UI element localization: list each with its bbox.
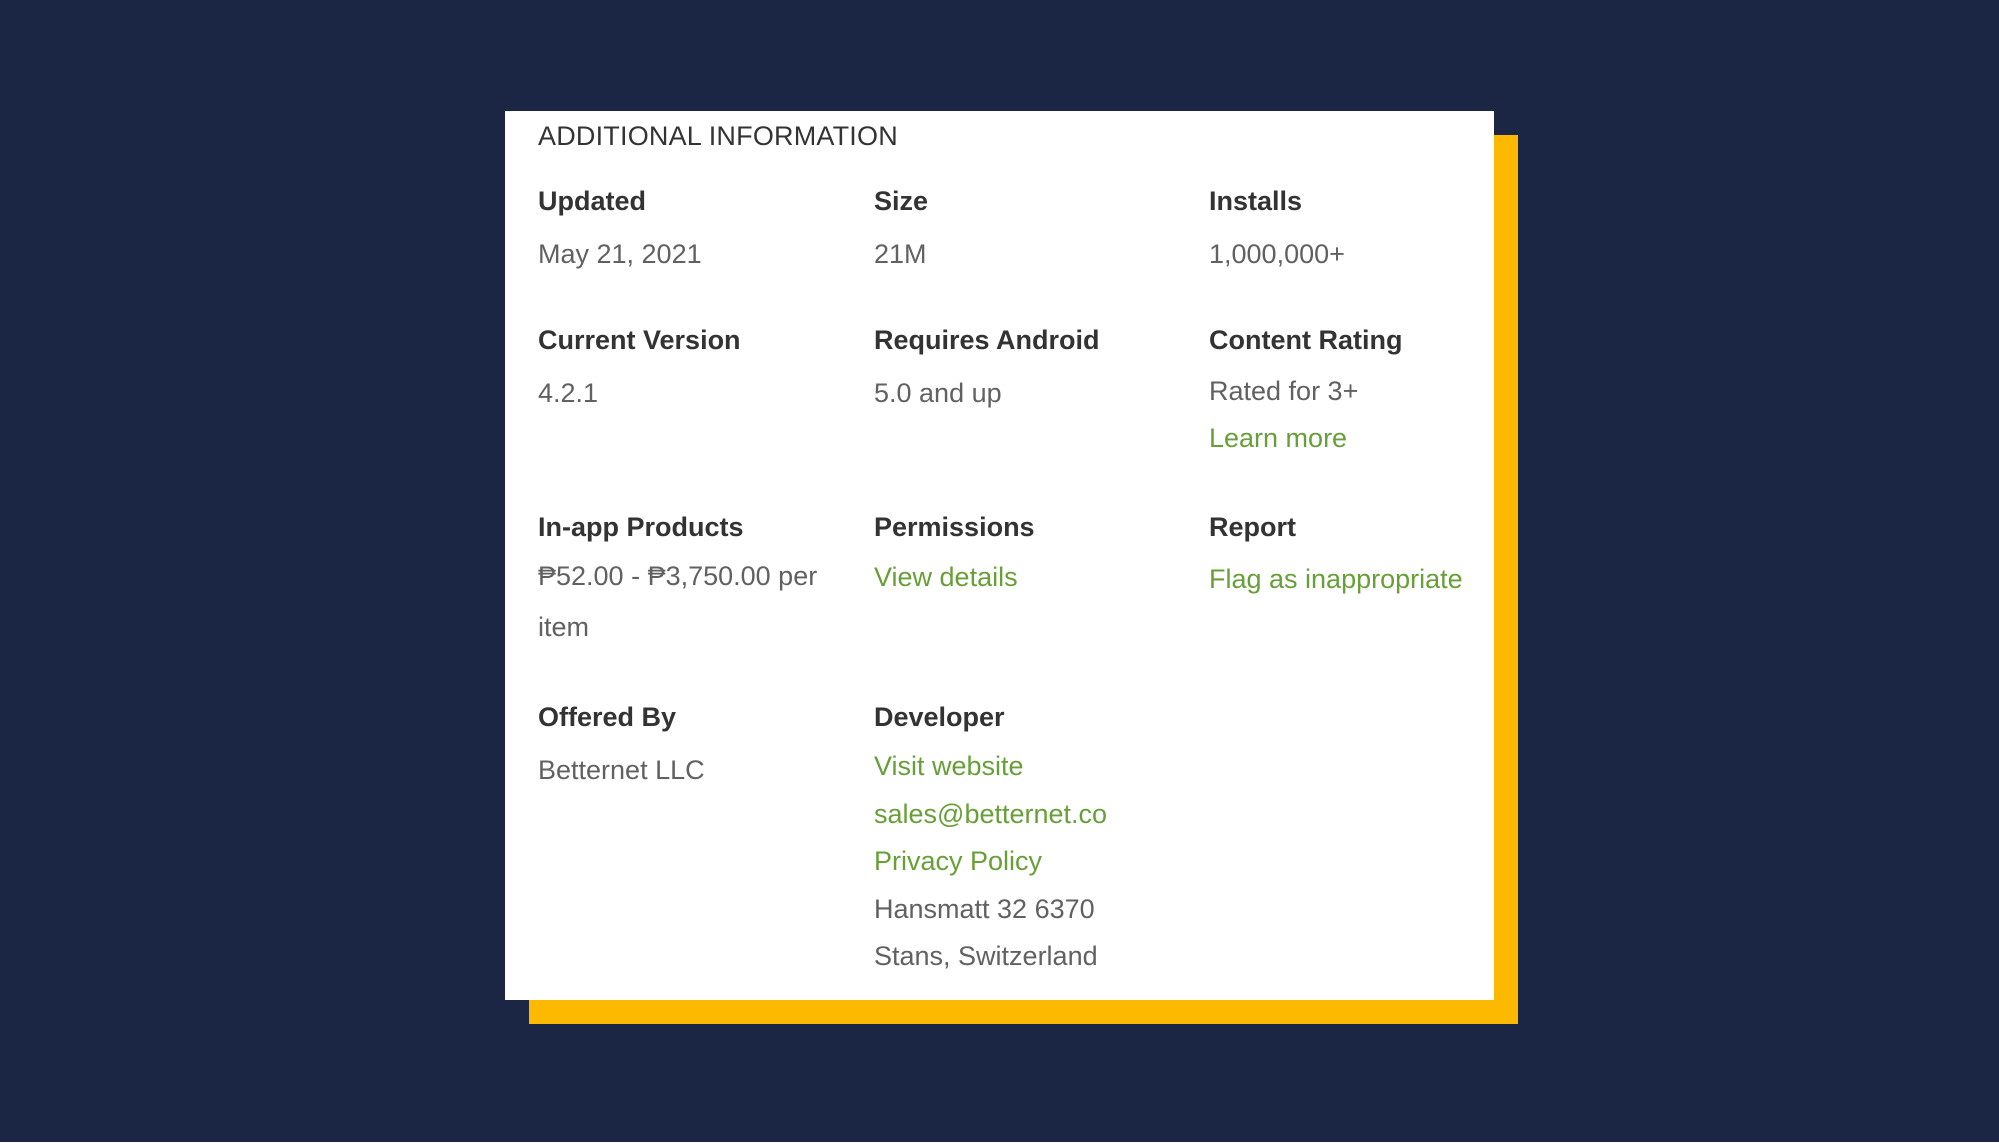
developer-address-line1: Hansmatt 32 6370 (874, 893, 1095, 924)
field-permissions: Permissions View details (874, 511, 1194, 601)
field-requires-android: Requires Android 5.0 and up (874, 324, 1194, 417)
field-offered-by: Offered By Betternet LLC (538, 701, 858, 794)
size-value: 21M (874, 239, 927, 269)
field-size: Size 21M (874, 185, 1194, 278)
developer-label: Developer (874, 702, 1005, 732)
requires-android-label: Requires Android (874, 325, 1100, 355)
field-content-rating: Content Rating Rated for 3+ Learn more (1209, 324, 1529, 462)
field-current-version: Current Version 4.2.1 (538, 324, 858, 417)
installs-label: Installs (1209, 186, 1303, 216)
developer-email-link[interactable]: sales@betternet.co (874, 791, 1194, 839)
in-app-products-label: In-app Products (538, 512, 744, 542)
content-rating-label: Content Rating (1209, 325, 1403, 355)
report-label: Report (1209, 512, 1296, 542)
field-installs: Installs 1,000,000+ (1209, 185, 1529, 278)
privacy-policy-link[interactable]: Privacy Policy (874, 838, 1194, 886)
permissions-label: Permissions (874, 512, 1035, 542)
developer-details: Visit website sales@betternet.co Privacy… (874, 743, 1194, 981)
learn-more-link[interactable]: Learn more (1209, 415, 1529, 462)
installs-value: 1,000,000+ (1209, 239, 1345, 269)
field-developer: Developer Visit website sales@betternet.… (874, 701, 1194, 981)
offered-by-label: Offered By (538, 702, 677, 732)
in-app-products-value: ₱52.00 - ₱3,750.00 per item (538, 561, 818, 642)
content-rating-value: Rated for 3+ (1209, 376, 1359, 406)
view-details-link[interactable]: View details (874, 553, 1194, 601)
section-title: ADDITIONAL INFORMATION (538, 121, 898, 151)
developer-address-line2: Stans, Switzerland (874, 941, 1098, 971)
additional-info-card: ADDITIONAL INFORMATION Updated May 21, 2… (505, 111, 1494, 1000)
current-version-value: 4.2.1 (538, 378, 599, 408)
current-version-label: Current Version (538, 325, 741, 355)
field-in-app-products: In-app Products ₱52.00 - ₱3,750.00 per i… (538, 511, 858, 653)
flag-inappropriate-link[interactable]: Flag as inappropriate (1209, 555, 1529, 603)
field-report: Report Flag as inappropriate (1209, 511, 1529, 603)
field-updated: Updated May 21, 2021 (538, 185, 858, 278)
updated-value: May 21, 2021 (538, 239, 702, 269)
requires-android-value: 5.0 and up (874, 378, 1002, 408)
visit-website-link[interactable]: Visit website (874, 743, 1194, 791)
offered-by-value: Betternet LLC (538, 755, 705, 785)
size-label: Size (874, 186, 929, 216)
updated-label: Updated (538, 186, 646, 216)
